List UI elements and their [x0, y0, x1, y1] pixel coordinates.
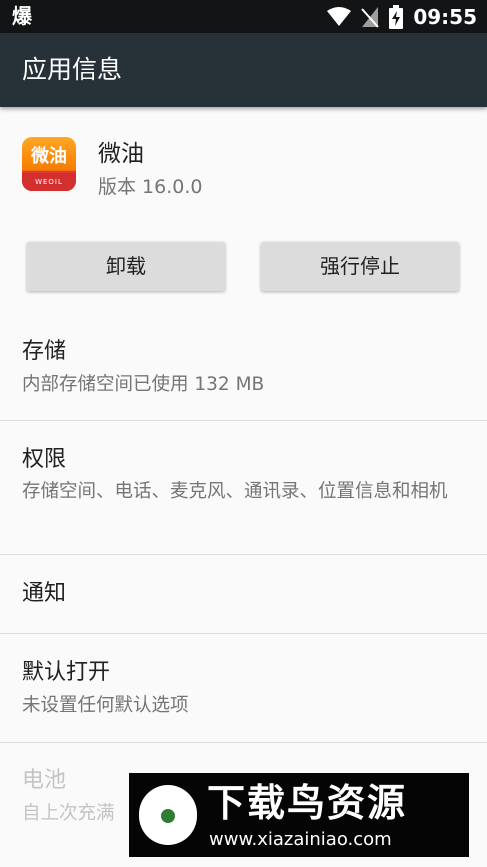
status-bar: 爆 09:55	[0, 0, 487, 33]
battery-charging-icon	[389, 4, 404, 29]
item-title: 通知	[22, 581, 67, 606]
app-version: 版本 16.0.0	[98, 176, 203, 198]
no-sim-icon	[361, 6, 380, 28]
item-title: 存储	[22, 339, 67, 364]
watermark-url: www.xiazainiao.com	[209, 829, 392, 850]
watermark-banner: 下载鸟资源 www.xiazainiao.com	[129, 773, 469, 857]
list-item-permissions[interactable]: 权限 存储空间、电话、麦克风、通讯录、位置信息和相机	[0, 421, 487, 554]
app-icon-subtext: WEOIL	[35, 178, 63, 186]
list-item-open-by-default[interactable]: 默认打开 未设置任何默认选项	[0, 634, 487, 742]
list-item-storage[interactable]: 存储 内部存储空间已使用 132 MB	[0, 320, 487, 420]
item-summary: 存储空间、电话、麦克风、通讯录、位置信息和相机	[22, 481, 448, 502]
item-title: 默认打开	[22, 660, 111, 685]
page-title: 应用信息	[22, 55, 123, 84]
app-bar: 应用信息	[0, 33, 487, 107]
watermark-logo	[139, 785, 197, 845]
item-summary: 未设置任何默认选项	[22, 695, 189, 716]
status-notification-text: 爆	[12, 4, 32, 28]
app-header: 微油 WEOIL 微油 版本 16.0.0	[0, 107, 487, 217]
watermark-title: 下载鸟资源	[207, 781, 408, 825]
app-icon: 微油 WEOIL	[22, 137, 76, 191]
status-icons: 09:55	[327, 0, 477, 33]
item-title: 电池	[22, 768, 67, 793]
app-name: 微油	[98, 141, 144, 167]
list-item-notifications[interactable]: 通知	[0, 555, 487, 633]
wifi-icon	[327, 6, 352, 26]
uninstall-button[interactable]: 卸载	[27, 242, 225, 291]
app-icon-text: 微油	[31, 146, 67, 167]
item-title: 权限	[22, 447, 67, 472]
status-time: 09:55	[413, 4, 477, 29]
item-summary: 内部存储空间已使用 132 MB	[22, 374, 265, 395]
watermark-logo-dot	[161, 809, 175, 823]
force-stop-button[interactable]: 强行停止	[261, 242, 459, 291]
